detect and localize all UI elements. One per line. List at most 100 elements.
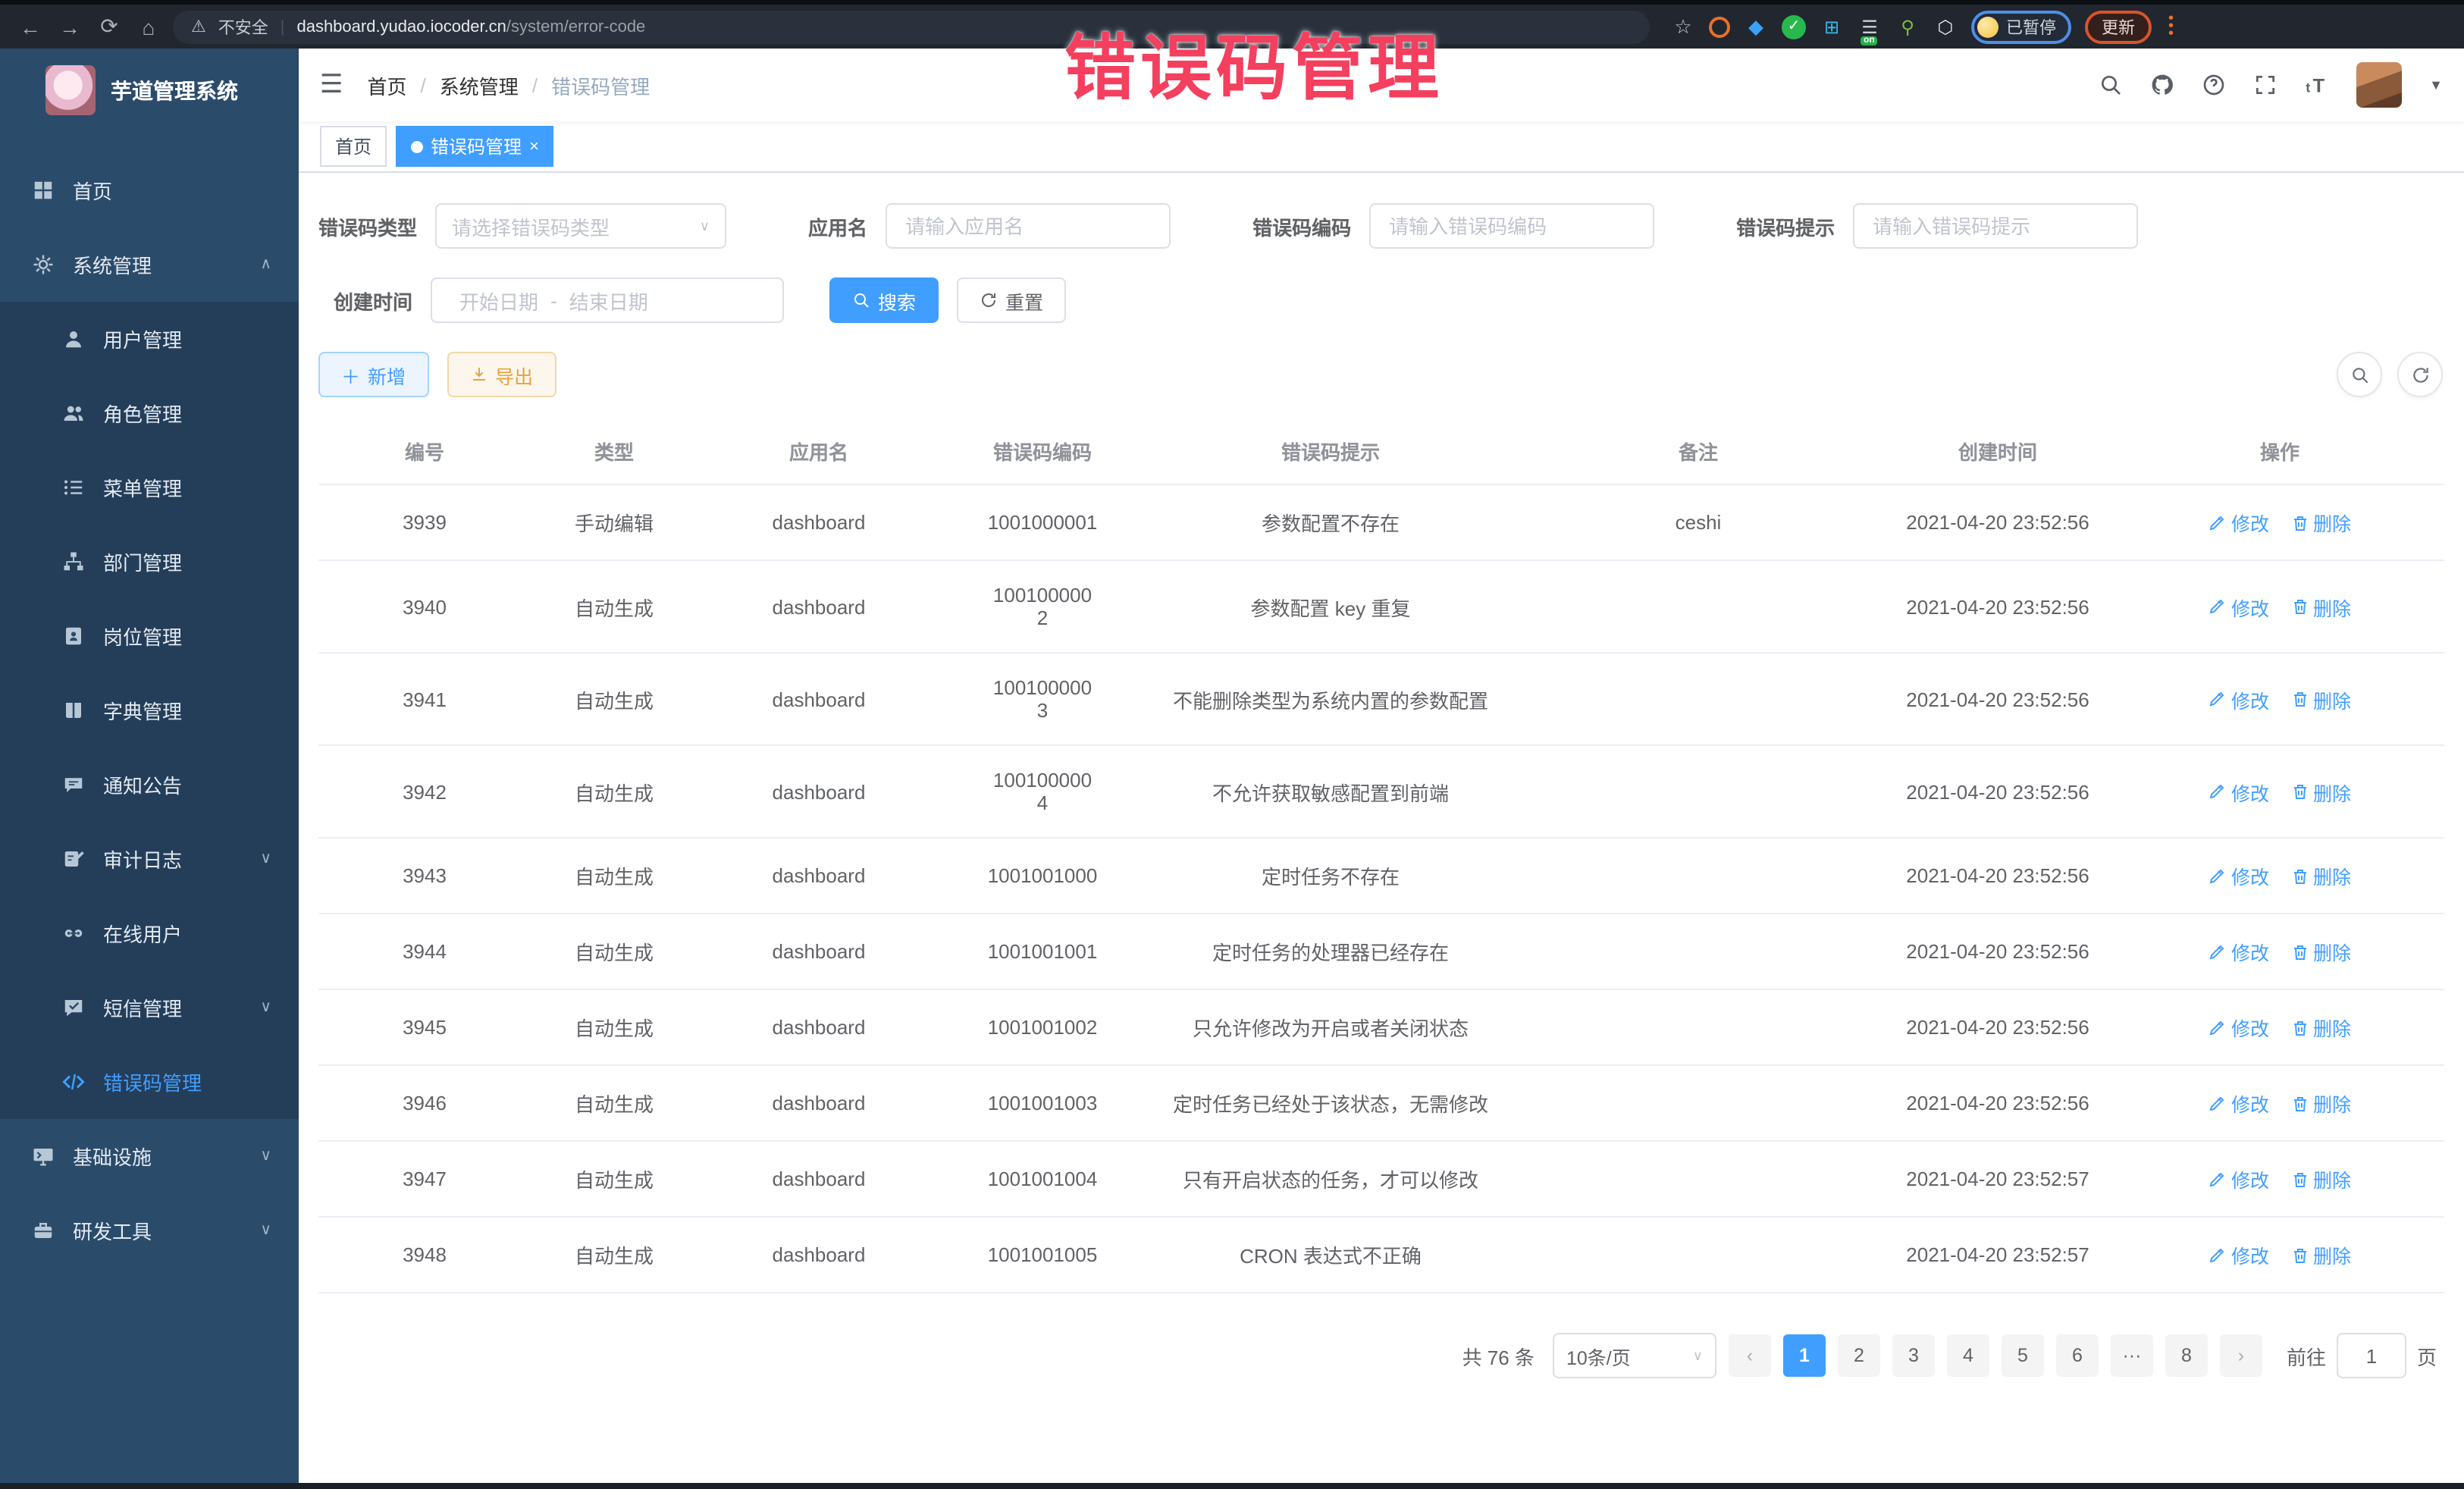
add-button[interactable]: ＋ 新增 <box>318 352 428 397</box>
github-icon[interactable] <box>2150 73 2174 97</box>
delete-button[interactable]: 删除 <box>2290 861 2351 890</box>
help-icon[interactable] <box>2202 73 2226 97</box>
page-ellipsis[interactable]: ··· <box>2111 1334 2153 1377</box>
page-button-2[interactable]: 2 <box>1838 1334 1880 1377</box>
sidebar-item-字典管理[interactable]: 字典管理 <box>0 673 299 748</box>
table-row: 3947自动生成dashboard1001001004只有开启状态的任务，才可以… <box>318 1141 2444 1217</box>
export-button[interactable]: 导出 <box>447 352 556 397</box>
delete-button[interactable]: 删除 <box>2290 1240 2351 1269</box>
table-row: 3946自动生成dashboard1001001003定时任务已经处于该状态，无… <box>318 1065 2444 1141</box>
extension-check-icon[interactable]: ✓ <box>1782 14 1806 39</box>
error-code-input[interactable] <box>1386 213 1638 239</box>
browser-update-button[interactable]: 更新 <box>2085 10 2152 43</box>
edit-button[interactable]: 修改 <box>2209 937 2269 966</box>
sidebar-item-部门管理[interactable]: 部门管理 <box>0 525 299 599</box>
sidebar-item-角色管理[interactable]: 角色管理 <box>0 376 299 450</box>
edit-button[interactable]: 修改 <box>2209 1240 2269 1269</box>
edit-button[interactable]: 修改 <box>2209 861 2269 890</box>
breadcrumb-item[interactable]: 首页 <box>368 71 407 99</box>
reset-button[interactable]: 重置 <box>957 277 1066 323</box>
next-page-button[interactable]: › <box>2220 1334 2262 1377</box>
sidebar-item-通知公告[interactable]: 通知公告 <box>0 748 299 822</box>
sidebar-item-在线用户[interactable]: 在线用户 <box>0 896 299 970</box>
page-button-6[interactable]: 6 <box>2056 1334 2099 1377</box>
delete-button[interactable]: 删除 <box>2290 592 2351 621</box>
sidebar-item-短信管理[interactable]: 短信管理∨ <box>0 970 299 1045</box>
extension-grid-icon[interactable]: ⊞ <box>1820 14 1844 39</box>
date-range-picker[interactable]: 开始日期 - 结束日期 <box>431 277 784 323</box>
tab-首页[interactable]: 首页 <box>320 126 387 167</box>
prev-page-button[interactable]: ‹ <box>1729 1334 1771 1377</box>
error-type-select[interactable]: 请选择错误码类型 ∨ <box>435 203 726 249</box>
delete-button[interactable]: 删除 <box>2290 1013 2351 1042</box>
refresh-table-button[interactable] <box>2397 352 2443 397</box>
extensions-puzzle-icon[interactable]: ⬡ <box>1933 14 1958 39</box>
delete-button[interactable]: 删除 <box>2290 1165 2351 1193</box>
edit-button[interactable]: 修改 <box>2209 1089 2269 1118</box>
sidebar-item-label: 错误码管理 <box>103 1067 202 1096</box>
hamburger-icon[interactable]: ☰ <box>320 70 343 100</box>
sidebar-item-用户管理[interactable]: 用户管理 <box>0 302 299 376</box>
sidebar-logo[interactable]: 芋道管理系统 <box>0 49 299 132</box>
extension-key-icon[interactable]: ⚲ <box>1895 14 1920 39</box>
tab-错误码管理[interactable]: 错误码管理× <box>396 126 554 167</box>
sidebar-item-审计日志[interactable]: 审计日志∨ <box>0 822 299 896</box>
delete-button[interactable]: 删除 <box>2290 937 2351 966</box>
download-icon <box>469 365 487 384</box>
edit-button[interactable]: 修改 <box>2209 1013 2269 1042</box>
delete-button[interactable]: 删除 <box>2290 777 2351 806</box>
delete-button[interactable]: 删除 <box>2290 685 2351 713</box>
avatar-caret-icon[interactable]: ▼ <box>2429 77 2443 92</box>
page-size-select[interactable]: 10条/页 ∨ <box>1553 1333 1716 1378</box>
page-button-5[interactable]: 5 <box>2002 1334 2044 1377</box>
delete-button[interactable]: 删除 <box>2290 1089 2351 1118</box>
bookmark-star-icon[interactable]: ☆ <box>1671 14 1695 39</box>
sidebar-item-岗位管理[interactable]: 岗位管理 <box>0 599 299 673</box>
toggle-search-button[interactable] <box>2337 352 2382 397</box>
app-name-input[interactable] <box>902 213 1154 239</box>
cell-actions: 修改删除 <box>2115 989 2444 1065</box>
goto-page-input[interactable] <box>2337 1333 2406 1378</box>
page-button-3[interactable]: 3 <box>1892 1334 1935 1377</box>
sidebar-item-系统管理[interactable]: 系统管理∧ <box>0 227 299 302</box>
user-avatar[interactable] <box>2356 62 2402 108</box>
page-button-1[interactable]: 1 <box>1783 1334 1826 1377</box>
browser-forward-icon[interactable]: → <box>55 11 85 42</box>
search-button[interactable]: 搜索 <box>829 277 939 323</box>
edit-button[interactable]: 修改 <box>2209 592 2269 621</box>
extension-gem-icon[interactable]: ◆ <box>1744 14 1768 39</box>
page-button-8[interactable]: 8 <box>2165 1334 2208 1377</box>
sidebar: 芋道管理系统 首页系统管理∧用户管理角色管理菜单管理部门管理岗位管理字典管理通知… <box>0 49 299 1483</box>
browser-home-icon[interactable]: ⌂ <box>133 11 164 42</box>
close-icon[interactable]: × <box>529 137 539 155</box>
browser-reload-icon[interactable]: ⟳ <box>94 11 124 42</box>
fullscreen-icon[interactable] <box>2253 73 2277 97</box>
breadcrumb-item[interactable]: 系统管理 <box>440 71 519 99</box>
edit-icon <box>2209 1094 2227 1112</box>
edit-button[interactable]: 修改 <box>2209 777 2269 806</box>
sidebar-item-菜单管理[interactable]: 菜单管理 <box>0 450 299 525</box>
sidebar-item-首页[interactable]: 首页 <box>0 153 299 227</box>
font-size-icon[interactable]: tT <box>2305 73 2329 97</box>
sidebar-item-错误码管理[interactable]: 错误码管理 <box>0 1045 299 1119</box>
sidebar-item-基础设施[interactable]: 基础设施∨ <box>0 1119 299 1193</box>
insecure-warning-icon: ⚠ <box>191 17 206 36</box>
error-hint-input[interactable] <box>1870 213 2121 239</box>
browser-back-icon[interactable]: ← <box>15 11 45 42</box>
column-header-错误码编码: 错误码编码 <box>940 418 1145 484</box>
edit-button[interactable]: 修改 <box>2209 685 2269 713</box>
sidebar-item-研发工具[interactable]: 研发工具∨ <box>0 1193 299 1268</box>
extension-orange-icon[interactable] <box>1709 16 1730 37</box>
browser-profile-button[interactable]: 已暂停 <box>1971 10 2071 43</box>
cell-created: 2021-04-20 23:52:57 <box>1880 1141 2115 1217</box>
edit-icon <box>2209 942 2227 961</box>
sidebar-item-label: 首页 <box>73 176 112 205</box>
page-button-4[interactable]: 4 <box>1947 1334 1989 1377</box>
browser-menu-icon[interactable]: ••• <box>2168 17 2174 36</box>
delete-button[interactable]: 删除 <box>2290 508 2351 537</box>
cell-app: dashboard <box>698 484 940 560</box>
extension-list-icon[interactable]: ☰on <box>1857 14 1882 39</box>
edit-button[interactable]: 修改 <box>2209 508 2269 537</box>
header-search-icon[interactable] <box>2099 73 2123 97</box>
edit-button[interactable]: 修改 <box>2209 1165 2269 1193</box>
